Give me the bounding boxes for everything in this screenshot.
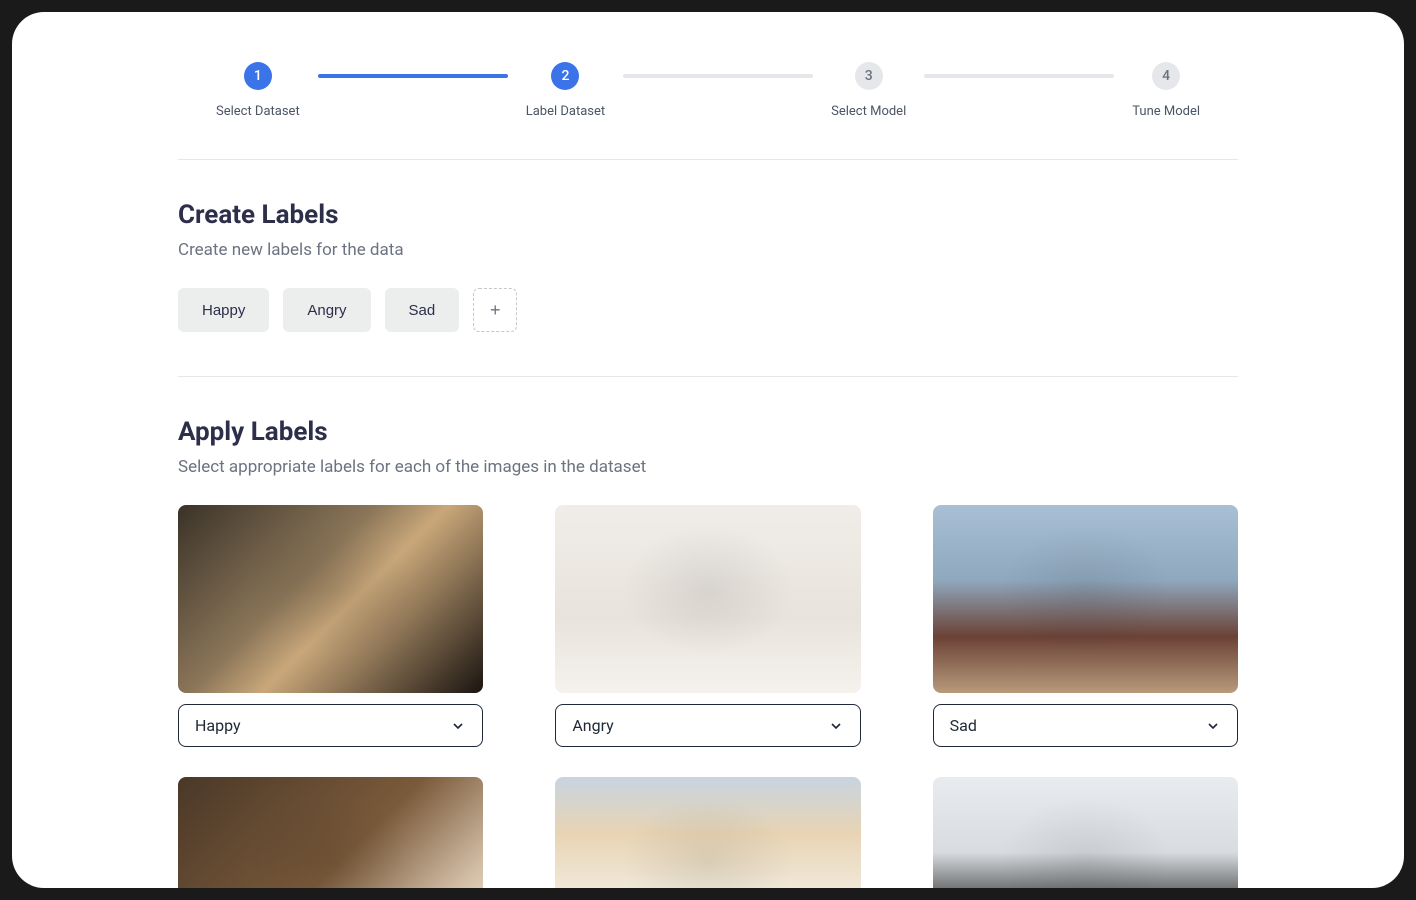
step-line-1: [318, 74, 508, 78]
dataset-image-4: [178, 777, 483, 888]
dataset-image-5: [555, 777, 860, 888]
image-card: Sad: [933, 505, 1238, 747]
step-label-dataset[interactable]: 2 Label Dataset: [526, 62, 605, 119]
dataset-image-6: [933, 777, 1238, 888]
step-label-4: Tune Model: [1132, 104, 1200, 119]
step-label-3: Select Model: [831, 104, 906, 119]
chevron-down-icon: [450, 718, 466, 734]
image-card: [178, 777, 483, 888]
label-chips-row: Happy Angry Sad +: [178, 288, 1238, 332]
image-card: [555, 777, 860, 888]
image-grid: Happy Angry Sad: [178, 505, 1238, 888]
label-select-3[interactable]: Sad: [933, 704, 1238, 747]
select-value: Angry: [572, 716, 613, 735]
step-line-3: [924, 74, 1114, 78]
dataset-image-2: [555, 505, 860, 693]
dataset-image-1: [178, 505, 483, 693]
plus-icon: +: [490, 300, 501, 321]
dataset-image-3: [933, 505, 1238, 693]
add-label-button[interactable]: +: [473, 288, 517, 332]
image-card: Happy: [178, 505, 483, 747]
create-labels-subtitle: Create new labels for the data: [178, 240, 1238, 260]
label-select-1[interactable]: Happy: [178, 704, 483, 747]
chevron-down-icon: [828, 718, 844, 734]
create-labels-title: Create Labels: [178, 200, 1238, 230]
select-value: Happy: [195, 716, 241, 735]
step-circle-2: 2: [551, 62, 579, 90]
main-content: 1 Select Dataset 2 Label Dataset 3 Selec…: [178, 62, 1238, 888]
apply-labels-title: Apply Labels: [178, 417, 1238, 447]
image-card: [933, 777, 1238, 888]
step-select-model[interactable]: 3 Select Model: [831, 62, 906, 119]
label-chip-angry[interactable]: Angry: [283, 288, 370, 332]
app-window: 1 Select Dataset 2 Label Dataset 3 Selec…: [12, 12, 1404, 888]
chevron-down-icon: [1205, 718, 1221, 734]
step-circle-4: 4: [1152, 62, 1180, 90]
select-value: Sad: [950, 716, 977, 735]
step-circle-3: 3: [855, 62, 883, 90]
label-chip-sad[interactable]: Sad: [385, 288, 460, 332]
progress-stepper: 1 Select Dataset 2 Label Dataset 3 Selec…: [178, 62, 1238, 119]
step-line-2: [623, 74, 813, 78]
step-circle-1: 1: [244, 62, 272, 90]
label-chip-happy[interactable]: Happy: [178, 288, 269, 332]
label-select-2[interactable]: Angry: [555, 704, 860, 747]
step-tune-model[interactable]: 4 Tune Model: [1132, 62, 1200, 119]
section-divider: [178, 159, 1238, 160]
section-divider-2: [178, 376, 1238, 377]
step-label-1: Select Dataset: [216, 104, 300, 119]
apply-labels-subtitle: Select appropriate labels for each of th…: [178, 457, 1238, 477]
step-label-2: Label Dataset: [526, 104, 605, 119]
step-select-dataset[interactable]: 1 Select Dataset: [216, 62, 300, 119]
image-card: Angry: [555, 505, 860, 747]
